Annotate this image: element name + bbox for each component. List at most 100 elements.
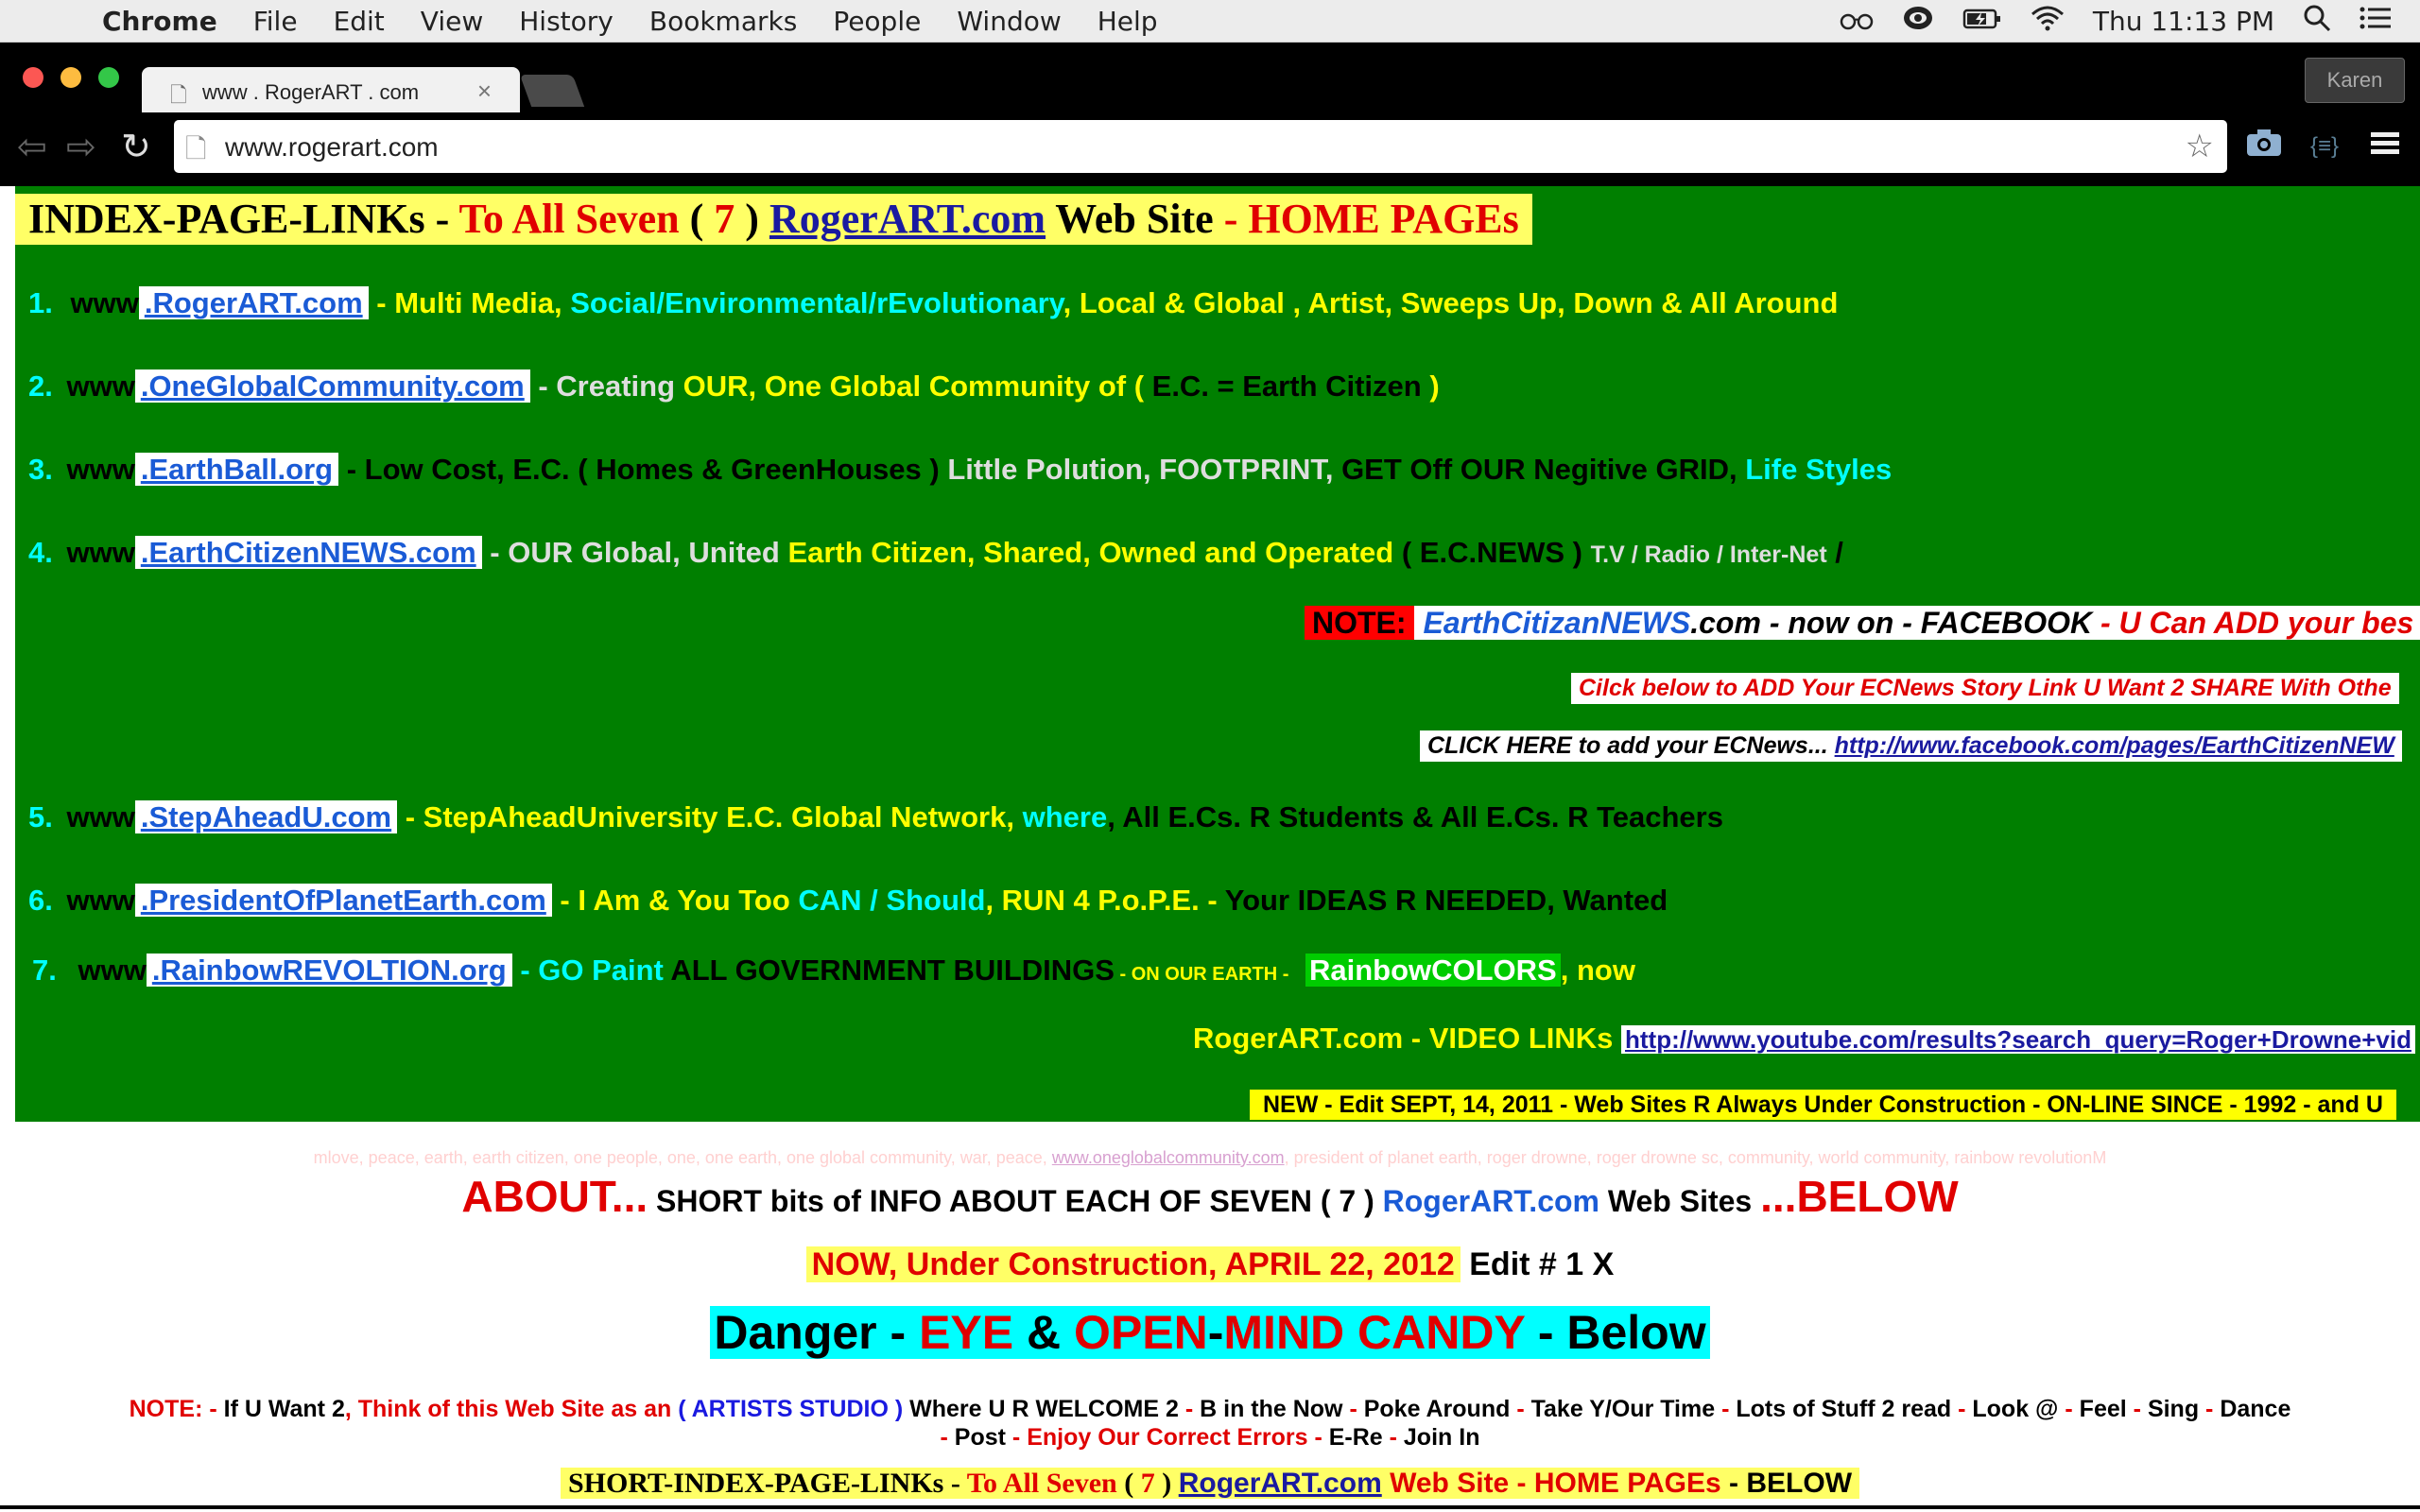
about-text: Web Sites — [1599, 1184, 1761, 1218]
note-text: - U Can ADD your bes — [2100, 606, 2414, 640]
site-desc: , All E.Cs. R Students & All E.Cs. R Tea… — [1107, 800, 1723, 833]
danger-candy: MIND CANDY — [1223, 1306, 1525, 1359]
browser-tab[interactable]: 🗋 www . RogerART . com × — [142, 67, 520, 114]
site-desc: - Low Cost, E.C. ( Homes & GreenHouses ) — [338, 453, 948, 486]
site-number: 5. — [28, 800, 53, 833]
site-link[interactable]: .RainbowREVOLTION.org — [146, 954, 512, 987]
search-icon[interactable] — [2303, 4, 2331, 39]
note2-part: - Enjoy Our Correct Errors - — [1011, 1424, 1329, 1451]
glasses-icon[interactable] — [1840, 6, 1874, 37]
menu-icon[interactable] — [2371, 126, 2399, 165]
site-desc: - ON OUR EARTH - — [1114, 964, 1294, 985]
site-link[interactable]: .OneGlobalCommunity.com — [134, 369, 530, 403]
short-index-line: SHORT-INDEX-PAGE-LINKs - To All Seven ( … — [0, 1468, 2420, 1500]
site-desc: , RUN 4 P.o.P.E. - — [985, 884, 1225, 917]
site-www: www — [78, 954, 147, 987]
note2-part: If U Want 2 — [223, 1396, 345, 1422]
close-window-button[interactable] — [23, 67, 43, 88]
short-index-rogerart-link[interactable]: RogerART.com — [1179, 1468, 1382, 1499]
minimize-window-button[interactable] — [60, 67, 81, 88]
bookmark-star-icon[interactable]: ☆ — [2186, 128, 2214, 165]
json-extension-icon[interactable]: {≡} — [2310, 133, 2339, 160]
site-desc: CAN / Should — [798, 884, 986, 917]
banner-part: INDEX-PAGE-LINKs — [28, 196, 425, 242]
note2-part: Join In — [1403, 1424, 1480, 1451]
wifi-icon[interactable] — [2031, 5, 2065, 38]
banner-rogerart-link[interactable]: RogerART.com — [769, 196, 1046, 242]
click-add-text: Cilck below to ADD Your ECNews Story Lin… — [1579, 675, 2392, 701]
back-icon[interactable]: ⇦ — [17, 126, 47, 168]
note2-part: B in the Now — [1200, 1396, 1350, 1422]
edit-bar: NEW - Edit SEPT, 14, 2011 - Web Sites R … — [1250, 1090, 2396, 1120]
eye-circle-icon[interactable] — [1902, 5, 1934, 38]
construction-line: NOW, Under Construction, APRIL 22, 2012 … — [0, 1246, 2420, 1283]
menu-edit[interactable]: Edit — [334, 6, 385, 37]
site-desc: E.C. Global Network, — [726, 800, 1023, 833]
danger-text: - — [1207, 1306, 1224, 1359]
site-number: 6. — [28, 884, 53, 917]
site-desc: ( E.C.NEWS ) — [1393, 536, 1591, 569]
youtube-link[interactable]: http://www.youtube.com/results?search_qu… — [1625, 1025, 2411, 1054]
profile-button[interactable]: Karen — [2305, 58, 2405, 103]
site-desc: RainbowCOLORS — [1305, 954, 1561, 987]
site-row: 1. www .RogerART.com - Multi Media, Socia… — [28, 286, 1838, 320]
site-desc: OUR, One Global Community of ( — [683, 369, 1152, 403]
menu-view[interactable]: View — [421, 6, 483, 37]
forward-icon[interactable]: ⇨ — [66, 126, 96, 168]
index-banner: INDEX-PAGE-LINKs - To All Seven ( 7 ) Ro… — [15, 194, 1532, 245]
site-link[interactable]: .PresidentOfPlanetEarth.com — [134, 884, 552, 917]
about-below: ...BELOW — [1760, 1172, 1959, 1221]
menu-app[interactable]: Chrome — [102, 6, 217, 37]
site-row: 6. www .PresidentOfPlanetEarth.com - I Am… — [28, 884, 1668, 918]
menu-bookmarks[interactable]: Bookmarks — [649, 6, 797, 37]
site-link[interactable]: .StepAheadU.com — [134, 800, 398, 833]
danger-open: OPEN — [1074, 1306, 1208, 1359]
short-index-part: ) — [1154, 1468, 1179, 1499]
site-link[interactable]: .EarthBall.org — [134, 453, 339, 486]
site-number: 7. — [32, 954, 57, 987]
close-tab-icon[interactable]: × — [477, 77, 492, 106]
site-desc: Earth Citizen, Shared, Owned and Operate… — [787, 536, 1394, 569]
keywords-text: , president of planet earth, roger drown… — [1284, 1148, 2107, 1167]
site-link[interactable]: .RogerART.com — [138, 286, 369, 319]
banner-part: 7 — [714, 196, 735, 242]
note2-part: E-Re — [1328, 1424, 1390, 1451]
danger-text: & — [1013, 1306, 1075, 1359]
list-icon[interactable] — [2360, 6, 2392, 37]
keywords-link[interactable]: www.oneglobalcommunity.com — [1052, 1148, 1285, 1167]
note2-studio: ( ARTISTS STUDIO ) — [678, 1396, 904, 1422]
note2-dash: - — [2133, 1396, 2148, 1422]
horizontal-scrollbar[interactable] — [0, 1505, 2420, 1509]
note2-part: Sing — [2147, 1396, 2206, 1422]
site-desc: ALL GOVERNMENT BUILDINGS — [670, 954, 1115, 987]
tab-strip: 🗋 www . RogerART . com × Karen — [0, 43, 2420, 114]
camera-icon[interactable] — [2246, 126, 2282, 165]
clock[interactable]: Thu 11:13 PM — [2093, 6, 2274, 37]
reload-icon[interactable]: ↻ — [121, 126, 151, 168]
address-bar[interactable]: 🗋 www.rogerart.com ☆ — [174, 120, 2227, 173]
banner-part: - — [424, 196, 459, 242]
site-desc: where — [1022, 800, 1108, 833]
site-link[interactable]: .EarthCitizenNEWS.com — [134, 536, 482, 569]
site-www: www — [66, 369, 135, 403]
about-rogerart: RogerART.com — [1382, 1184, 1599, 1218]
note2-dash: - — [1721, 1396, 1737, 1422]
menu-people[interactable]: People — [833, 6, 921, 37]
menu-file[interactable]: File — [253, 6, 298, 37]
facebook-link[interactable]: http://www.facebook.com/pages/EarthCitiz… — [1835, 732, 2394, 759]
note2-part: Take Y/Our Time — [1530, 1396, 1722, 1422]
new-tab-button[interactable] — [519, 75, 585, 107]
site-row: 7. www .RainbowREVOLTION.org - GO Paint A… — [32, 954, 1635, 988]
zoom-window-button[interactable] — [98, 67, 119, 88]
browser-toolbar: ⇦ ⇨ ↻ 🗋 www.rogerart.com ☆ {≡} — [0, 112, 2420, 186]
battery-charging-icon[interactable] — [1962, 6, 2002, 37]
menu-help[interactable]: Help — [1098, 6, 1158, 37]
edit-bar-text: NEW - Edit SEPT, 14, 2011 - Web Sites R … — [1263, 1091, 2383, 1118]
about-text: SHORT bits of INFO ABOUT EACH OF SEVEN (… — [648, 1184, 1383, 1218]
note2-part: Post — [954, 1424, 1012, 1451]
menu-history[interactable]: History — [519, 6, 614, 37]
danger-text: Danger — [714, 1306, 877, 1359]
note2-dash: - — [940, 1424, 955, 1451]
note2-part: Where U R WELCOME 2 — [903, 1396, 1185, 1422]
menu-window[interactable]: Window — [957, 6, 1061, 37]
